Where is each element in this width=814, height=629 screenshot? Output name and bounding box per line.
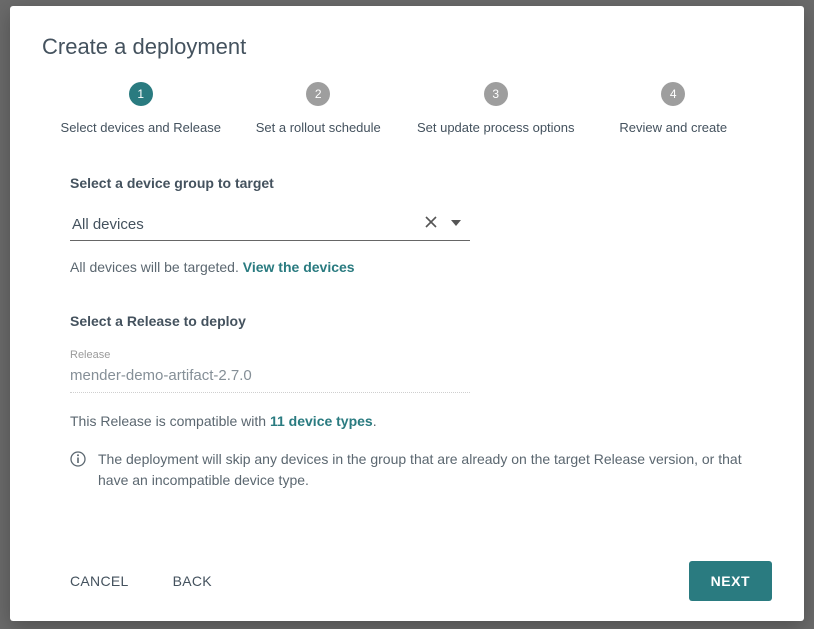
release-field-label: Release [70,349,470,361]
step-select-devices[interactable]: 1 Select devices and Release [52,82,230,135]
device-group-select[interactable]: All devices [70,211,470,241]
back-button[interactable]: BACK [173,573,212,589]
chevron-down-icon[interactable] [444,216,468,234]
compat-suffix: . [373,413,377,429]
device-group-value: All devices [72,216,418,233]
group-helper: All devices will be targeted. View the d… [70,259,772,275]
step-circle: 4 [661,82,685,106]
step-update-options[interactable]: 3 Set update process options [407,82,585,135]
info-text: The deployment will skip any devices in … [98,449,752,491]
group-helper-text: All devices will be targeted. [70,259,243,275]
modal-title: Create a deployment [42,34,772,60]
release-value: mender-demo-artifact-2.7.0 [70,367,470,384]
step-rollout-schedule[interactable]: 2 Set a rollout schedule [230,82,408,135]
stepper: 1 Select devices and Release 2 Set a rol… [52,82,762,135]
release-heading: Select a Release to deploy [70,313,772,329]
step-label: Select devices and Release [61,120,221,135]
compat-prefix: This Release is compatible with [70,413,270,429]
step-circle: 2 [306,82,330,106]
cancel-button[interactable]: CANCEL [70,573,129,589]
info-icon [70,451,86,491]
create-deployment-modal: Create a deployment 1 Select devices and… [10,6,804,621]
release-compat: This Release is compatible with 11 devic… [70,413,772,429]
content: Select a device group to target All devi… [42,167,772,541]
next-button[interactable]: NEXT [689,561,772,601]
footer: CANCEL BACK NEXT [42,541,772,601]
view-devices-link[interactable]: View the devices [243,259,355,275]
step-label: Set update process options [417,120,575,135]
step-review-create[interactable]: 4 Review and create [585,82,763,135]
release-field: Release mender-demo-artifact-2.7.0 [70,349,470,393]
group-heading: Select a device group to target [70,175,772,191]
step-label: Review and create [619,120,727,135]
info-row: The deployment will skip any devices in … [70,449,772,491]
step-label: Set a rollout schedule [256,120,381,135]
clear-icon[interactable] [418,215,444,234]
device-types-link[interactable]: 11 device types [270,413,373,429]
step-circle: 3 [484,82,508,106]
step-circle: 1 [129,82,153,106]
